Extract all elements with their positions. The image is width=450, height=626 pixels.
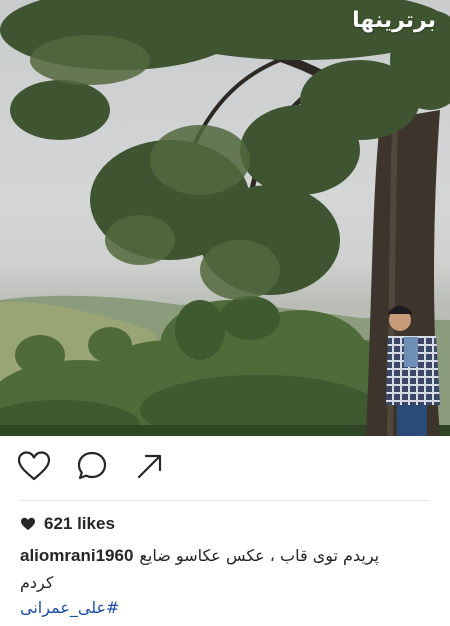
actions-divider <box>20 500 430 501</box>
photo-scene <box>0 0 450 436</box>
heart-outline-icon <box>17 451 51 481</box>
likes-row[interactable]: 621 likes <box>20 512 115 536</box>
heart-filled-icon <box>20 517 36 531</box>
caption-text-line1: پریدم توی قاب ، عکس عکاسو ضایع <box>139 546 380 565</box>
post-actions-bar <box>0 446 450 492</box>
comment-button[interactable] <box>72 446 112 486</box>
share-arrow-icon <box>137 454 162 479</box>
likes-count: 621 likes <box>44 514 115 533</box>
share-button[interactable] <box>130 446 170 486</box>
like-button[interactable] <box>14 446 54 486</box>
post-photo[interactable]: برترینها <box>0 0 450 436</box>
comment-bubble-icon <box>77 451 107 480</box>
post-caption: aliomrani1960 پریدم توی قاب ، عکس عکاسو … <box>20 542 410 596</box>
watermark-logo: برترینها <box>352 8 436 33</box>
caption-text-line2: کردم <box>20 573 54 592</box>
hashtag-link[interactable]: #علی_عمرانی <box>20 598 119 617</box>
username-link[interactable]: aliomrani1960 <box>20 542 133 569</box>
